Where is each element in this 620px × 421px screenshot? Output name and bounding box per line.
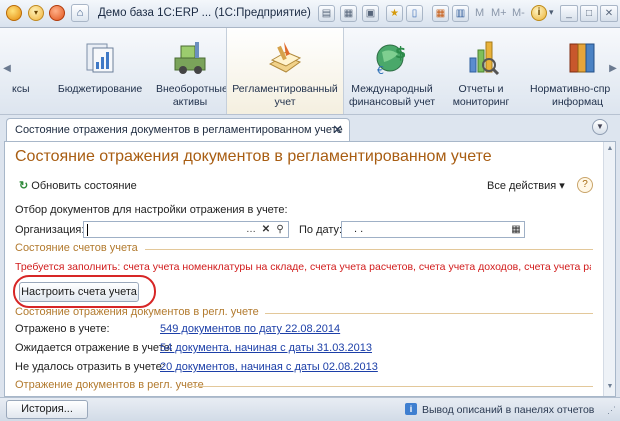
group-divider: [191, 386, 593, 387]
reflected-link[interactable]: 549 документов по дату 22.08.2014: [160, 323, 340, 335]
select-ellipsis-button[interactable]: …: [244, 222, 258, 237]
regulated-accounting-icon: [268, 42, 302, 73]
vertical-scrollbar[interactable]: ▲ ▼: [603, 142, 615, 396]
section-label: Внеоборотные активы: [156, 83, 228, 108]
row-label-pending: Ожидается отражение в учете:: [15, 342, 173, 354]
highlight-circle: [13, 275, 156, 308]
window-title: Демо база 1С:ERP ... (1С:Предприятие): [98, 7, 311, 19]
section-budgeting[interactable]: Бюджетирование: [44, 28, 156, 114]
scroll-left-icon[interactable]: ◀: [2, 58, 12, 80]
history-button[interactable]: История...: [6, 400, 88, 419]
save-icon[interactable]: ▣: [362, 5, 379, 22]
org-label: Организация:: [15, 224, 85, 236]
favorites-icon[interactable]: ★: [386, 5, 403, 22]
row-label-reflected: Отражено в учете:: [15, 323, 110, 335]
help-icon[interactable]: ?: [577, 177, 593, 193]
section-label: Нормативно-спр информац: [530, 83, 611, 108]
form-content: Состояние отражения документов в регламе…: [4, 141, 616, 397]
clear-icon[interactable]: ✕: [259, 222, 273, 237]
info-icon[interactable]: i: [531, 5, 547, 21]
print-icon[interactable]: ▤: [318, 5, 335, 22]
reference-icon: [569, 43, 595, 73]
memory-store-button[interactable]: M: [475, 7, 484, 19]
section-label: ксы: [12, 83, 30, 95]
section-label: Международный финансовый учет: [348, 83, 436, 108]
section-reference-info[interactable]: Нормативно-спр информац: [524, 28, 620, 114]
bookmark-icon[interactable]: ▯: [406, 5, 423, 22]
failed-link[interactable]: 20 документов, начиная с даты 02.08.2013: [160, 361, 378, 373]
section-label: Бюджетирование: [57, 83, 143, 95]
date-value: . .: [354, 223, 364, 235]
group-divider: [265, 313, 593, 314]
refresh-icon: ↻: [19, 180, 29, 192]
date-label: По дату:: [299, 224, 343, 236]
warning-text: Требуется заполнить: счета учета номенкл…: [15, 261, 591, 273]
section-label: Регламентированный учет: [232, 83, 338, 108]
search-icon[interactable]: ⚲: [273, 222, 287, 237]
international-finance-icon: $ €: [376, 43, 406, 76]
organization-input[interactable]: … ✕ ⚲: [83, 221, 289, 238]
resize-grip-icon[interactable]: ⋰: [607, 405, 617, 415]
info-icon: i: [405, 403, 417, 415]
maximize-icon[interactable]: □: [580, 5, 598, 22]
section-international-finance[interactable]: $ € Международный финансовый учет: [344, 28, 440, 114]
tab-label: Состояние отражения документов в регламе…: [15, 124, 343, 136]
calculator-icon[interactable]: ▥: [452, 5, 469, 22]
tab-close-icon[interactable]: ✕: [332, 122, 343, 138]
svg-text:$: $: [395, 43, 406, 62]
budget-icon: [86, 43, 114, 73]
section-label: Отчеты и мониторинг: [452, 83, 510, 108]
reports-icon: [469, 41, 500, 76]
reflection-group-title: Состояние отражения документов в регл. у…: [15, 306, 259, 318]
title-bar: ▾ ⌂ Демо база 1С:ERP ... (1С:Предприятие…: [0, 0, 620, 28]
app-logo-icon[interactable]: [6, 5, 22, 21]
open-tabs: Состояние отражения документов в регламе…: [0, 115, 620, 142]
text-cursor: [87, 224, 88, 236]
row-label-failed: Не удалось отразить в учете:: [15, 361, 165, 373]
filter-caption: Отбор документов для настройки отражения…: [15, 204, 288, 216]
memory-add-button[interactable]: M+: [491, 7, 507, 19]
section-reports[interactable]: Отчеты и мониторинг: [440, 28, 522, 114]
preview-icon[interactable]: ▦: [340, 5, 357, 22]
memory-subtract-button[interactable]: M-: [512, 7, 525, 19]
section-fixed-assets[interactable]: Внеоборотные активы: [156, 28, 228, 114]
section-cutoff[interactable]: ксы: [12, 28, 42, 114]
page-title: Состояние отражения документов в регламе…: [15, 148, 492, 165]
info-menu-icon[interactable]: ▾: [549, 7, 554, 18]
home-icon[interactable]: ⌂: [71, 4, 89, 22]
scroll-right-icon[interactable]: ▶: [608, 58, 618, 80]
tab-document-state[interactable]: Состояние отражения документов в регламе…: [6, 118, 350, 142]
svg-text:€: €: [377, 64, 384, 76]
calendar-icon[interactable]: ▦: [432, 5, 449, 22]
section-regulated-accounting[interactable]: Регламентированный учет: [226, 28, 344, 114]
status-bar: История... i Вывод описаний в панелях от…: [0, 397, 620, 421]
refresh-state-button[interactable]: ↻ Обновить состояние: [19, 179, 137, 192]
all-actions-menu[interactable]: Все действия ▾: [487, 179, 565, 192]
accounts-group-title: Состояние счетов учета: [15, 242, 138, 254]
status-message[interactable]: Вывод описаний в панелях отчетов: [422, 404, 594, 416]
refresh-label: Обновить состояние: [31, 180, 137, 192]
calendar-picker-icon[interactable]: ▦: [509, 222, 523, 237]
assets-icon: [174, 42, 206, 74]
close-icon[interactable]: ✕: [600, 5, 618, 22]
sections-panel: ◀ ксы Бюджетирование Внеоборотныеактивы: [0, 28, 620, 115]
group-divider: [145, 249, 593, 250]
date-input[interactable]: . . ▦: [341, 221, 525, 238]
pending-link[interactable]: 54 документа, начиная с даты 31.03.2013: [160, 342, 372, 354]
scroll-down-icon[interactable]: ▼: [605, 382, 615, 392]
menu-dropdown-icon[interactable]: ▾: [28, 5, 44, 21]
reflection-group2-title: Отражение документов в регл. учете: [15, 379, 204, 391]
minimize-icon[interactable]: _: [560, 5, 578, 22]
tabs-menu-icon[interactable]: ▼: [592, 119, 608, 135]
stop-icon[interactable]: [49, 5, 65, 21]
scroll-up-icon[interactable]: ▲: [605, 144, 615, 154]
